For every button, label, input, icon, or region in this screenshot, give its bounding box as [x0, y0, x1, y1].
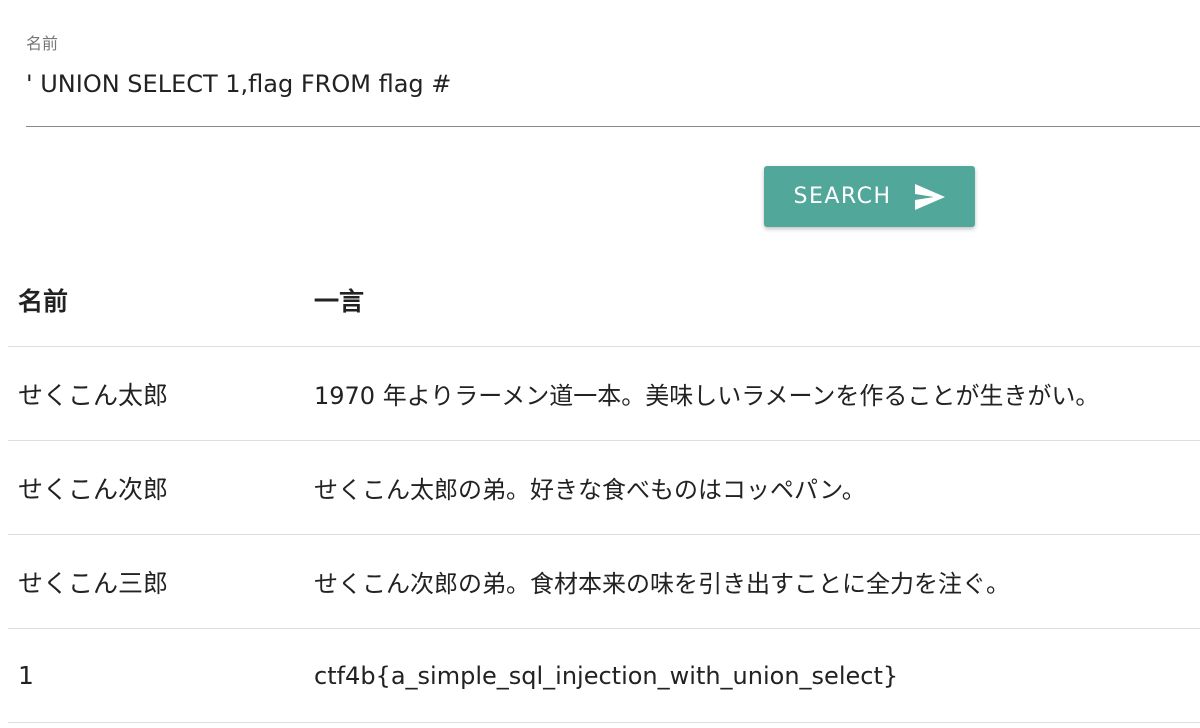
table-row: せくこん三郎 せくこん次郎の弟。食材本来の味を引き出すことに全力を注ぐ。	[8, 534, 1200, 629]
cell-name: せくこん太郎	[8, 346, 304, 441]
cell-comment: ctf4b{a_simple_sql_injection_with_union_…	[304, 628, 1200, 723]
cell-name: 1	[8, 628, 304, 723]
name-input[interactable]	[26, 70, 1126, 98]
send-icon	[914, 183, 945, 210]
table-row: せくこん次郎 せくこん太郎の弟。好きな食べものはコッペパン。	[8, 440, 1200, 535]
search-button-label: SEARCH	[793, 184, 892, 209]
cell-name: せくこん三郎	[8, 534, 304, 629]
cell-comment: 1970 年よりラーメン道一本。美味しいラメーンを作ることが生きがい。	[304, 346, 1200, 441]
cell-comment: せくこん太郎の弟。好きな食べものはコッペパン。	[304, 440, 1200, 535]
cell-comment: せくこん次郎の弟。食材本来の味を引き出すことに全力を注ぐ。	[304, 534, 1200, 629]
table-row: 1 ctf4b{a_simple_sql_injection_with_unio…	[8, 628, 1200, 723]
column-header-name: 名前	[8, 254, 304, 347]
results-table: 名前 一言 せくこん太郎 1970 年よりラーメン道一本。美味しいラメーンを作る…	[8, 254, 1200, 723]
column-header-comment: 一言	[304, 254, 1200, 347]
name-field[interactable]: 名前	[26, 26, 1200, 127]
table-header-row: 名前 一言	[8, 254, 1200, 347]
table-row: せくこん太郎 1970 年よりラーメン道一本。美味しいラメーンを作ることが生きが…	[8, 346, 1200, 441]
name-field-label: 名前	[26, 34, 59, 53]
search-button[interactable]: SEARCH	[764, 166, 975, 227]
page: 名前 SEARCH 名前 一言 せくこん太郎 1970 年よりラーメン道一本。美…	[0, 0, 1200, 728]
cell-name: せくこん次郎	[8, 440, 304, 535]
